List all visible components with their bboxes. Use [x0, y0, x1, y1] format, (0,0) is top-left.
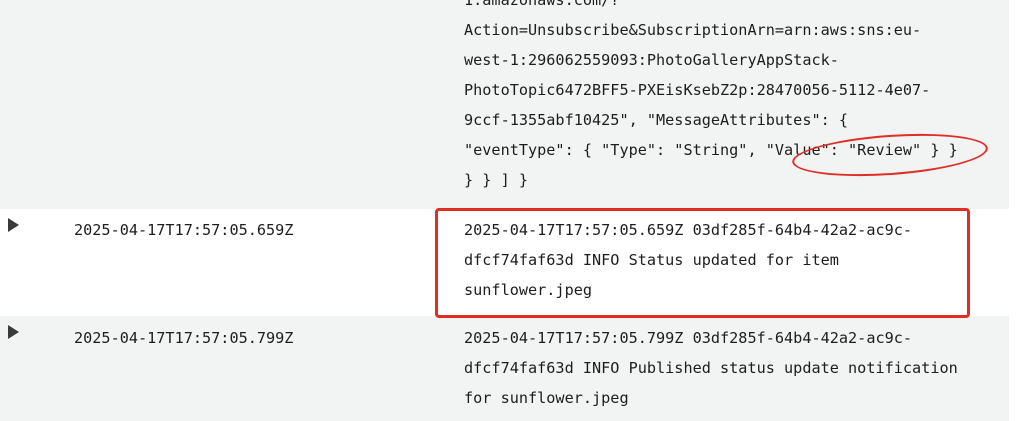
- message-line: Action=Unsubscribe&SubscriptionArn=arn:a…: [464, 21, 922, 39]
- log-event-row[interactable]: 2025-04-17T17:57:05.799Z 2025-04-17T17:5…: [0, 316, 1009, 421]
- message-line: 2025-04-17T17:57:05.799Z 03df285f-64b4-4…: [464, 329, 913, 347]
- message-line: sunflower.jpeg: [464, 281, 593, 299]
- message-line: 2025-04-17T17:57:05.659Z 03df285f-64b4-4…: [464, 221, 913, 239]
- log-events-table: 1.amazonaws.com/? Action=Unsubscribe&Subs…: [0, 0, 1025, 421]
- message-line: } } ] }: [464, 171, 529, 189]
- log-event-timestamp: 2025-04-17T17:57:05.659Z: [74, 221, 294, 239]
- caret-right-icon[interactable]: [8, 218, 19, 232]
- log-event-message: 2025-04-17T17:57:05.659Z 03df285f-64b4-4…: [464, 215, 1009, 305]
- message-line: PhotoTopic6472BFF5-PXEisKsebZ2p:28470056…: [464, 81, 931, 99]
- caret-right-icon[interactable]: [8, 325, 19, 339]
- log-event-row: 1.amazonaws.com/? Action=Unsubscribe&Subs…: [0, 0, 1009, 209]
- log-event-message: 2025-04-17T17:57:05.799Z 03df285f-64b4-4…: [464, 323, 1009, 413]
- message-line: dfcf74faf63d INFO Published status updat…: [464, 359, 958, 377]
- message-line: "eventType": { "Type": "String", "Value"…: [464, 141, 958, 159]
- message-line: 1.amazonaws.com/?: [464, 0, 620, 9]
- message-line: dfcf74faf63d INFO Status updated for ite…: [464, 251, 839, 269]
- log-event-row[interactable]: 2025-04-17T17:57:05.659Z 2025-04-17T17:5…: [0, 209, 1009, 316]
- message-line: for sunflower.jpeg: [464, 389, 629, 407]
- message-line: 9ccf-1355abf10425", "MessageAttributes":…: [464, 111, 849, 129]
- message-line: west-1:296062559093:PhotoGalleryAppStack…: [464, 51, 839, 69]
- log-event-timestamp: 2025-04-17T17:57:05.799Z: [74, 329, 294, 347]
- log-event-message: 1.amazonaws.com/? Action=Unsubscribe&Subs…: [464, 0, 1009, 195]
